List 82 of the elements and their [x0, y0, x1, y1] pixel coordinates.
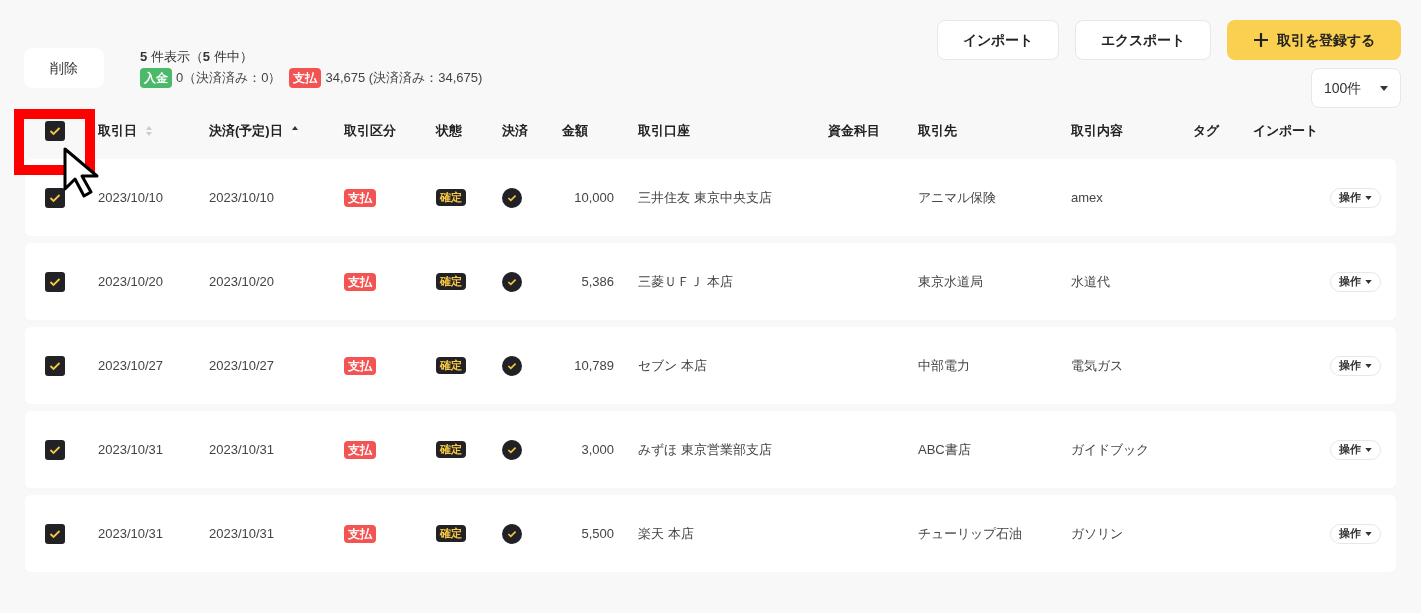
partner-cell-text: ABC書店 [918, 440, 971, 459]
toolbar-button[interactable]: エクスポート [1075, 20, 1211, 60]
column-header: 金額 [562, 122, 588, 141]
account-cell-text: みずほ 東京営業部支店 [638, 440, 772, 459]
checkbox[interactable] [45, 187, 65, 208]
column-header: 取引区分 [344, 122, 396, 141]
column-header: 決済(予定)日 [209, 122, 283, 141]
amount-cell-text: 5,386 [581, 272, 614, 291]
partner-cell-text: アニマル保険 [918, 188, 996, 207]
status-badge: 確定 [436, 357, 466, 374]
category-badge: 支払 [344, 440, 376, 459]
partner-cell-text: チューリップ石油 [918, 524, 1022, 543]
checkbox[interactable] [45, 439, 65, 460]
column-header: 取引内容 [1071, 122, 1123, 141]
caret-icon [1365, 363, 1372, 368]
category-badge: 支払 [344, 272, 376, 291]
caret-icon [1365, 195, 1372, 200]
type-badge: 入金 [140, 68, 172, 88]
caret-icon [1380, 85, 1388, 91]
total-text: 0（決済済み：0） [176, 69, 282, 87]
settle-date-cell-text: 2023/10/31 [209, 524, 275, 543]
date-cell-text: 2023/10/27 [98, 356, 164, 375]
category-badge: 支払 [344, 524, 376, 543]
check-icon [49, 444, 61, 455]
partner-cell-text: 中部電力 [918, 356, 970, 375]
status-badge: 確定 [436, 189, 466, 206]
check-icon [49, 192, 61, 203]
date-cell-text: 2023/10/31 [98, 440, 164, 459]
settle-date-cell-text: 2023/10/20 [209, 272, 275, 291]
caret-icon [1365, 531, 1372, 536]
column-header: 決済 [502, 122, 528, 141]
category-badge: 支払 [344, 356, 376, 375]
plus-icon [1253, 32, 1269, 48]
partner-cell-text: 東京水道局 [918, 272, 983, 291]
caret-icon [1365, 279, 1372, 284]
toolbar-button[interactable]: インポート [937, 20, 1059, 60]
register-button[interactable]: 取引を登録する [1227, 20, 1401, 60]
column-header: 資金科目 [828, 122, 880, 141]
checkbox[interactable] [45, 271, 65, 292]
column-header: 取引日 [98, 122, 137, 141]
account-cell-text: セブン 本店 [638, 356, 707, 375]
account-cell-text: 楽天 本店 [638, 524, 694, 543]
page-size-select[interactable]: 100件 [1311, 68, 1401, 108]
column-header: 取引口座 [638, 122, 690, 141]
settle-date-cell-text: 2023/10/31 [209, 440, 275, 459]
description-cell-text: amex [1071, 188, 1103, 207]
date-cell-text: 2023/10/10 [98, 188, 164, 207]
description-cell-text: ガイドブック [1071, 440, 1149, 459]
status-badge: 確定 [436, 441, 466, 458]
category-badge: 支払 [344, 188, 376, 207]
description-cell-text: 水道代 [1071, 272, 1110, 291]
amount-cell-text: 10,000 [574, 188, 614, 207]
checkbox[interactable] [45, 121, 65, 141]
date-cell-text: 2023/10/31 [98, 524, 164, 543]
delete-button[interactable]: 削除 [24, 48, 104, 88]
column-header: タグ [1193, 122, 1219, 141]
column-header: 状態 [436, 122, 462, 141]
check-icon [49, 126, 61, 136]
check-icon [49, 360, 61, 371]
column-header: 取引先 [918, 122, 957, 141]
checkbox[interactable] [45, 355, 65, 376]
status-badge: 確定 [436, 525, 466, 542]
account-cell-text: 三菱ＵＦＪ 本店 [638, 272, 733, 291]
amount-cell-text: 10,789 [574, 356, 614, 375]
column-header: インポート [1253, 122, 1318, 141]
type-badge: 支払 [289, 68, 322, 88]
date-cell-text: 2023/10/20 [98, 272, 164, 291]
amount-cell-text: 3,000 [581, 440, 614, 459]
caret-icon [1365, 447, 1372, 452]
check-icon [49, 528, 61, 539]
settle-date-cell-text: 2023/10/27 [209, 356, 275, 375]
settle-date-cell-text: 2023/10/10 [209, 188, 275, 207]
account-cell-text: 三井住友 東京中央支店 [638, 188, 772, 207]
status-badge: 確定 [436, 273, 466, 290]
checkbox[interactable] [45, 523, 65, 544]
total-text: 34,675 (決済済み：34,675) [325, 69, 483, 87]
check-icon [49, 276, 61, 287]
description-cell-text: ガソリン [1071, 524, 1123, 543]
amount-cell-text: 5,500 [581, 524, 614, 543]
count-text: 5 件表示（5 件中） [140, 48, 254, 66]
sort-icon[interactable] [290, 125, 299, 137]
description-cell-text: 電気ガス [1071, 356, 1123, 375]
